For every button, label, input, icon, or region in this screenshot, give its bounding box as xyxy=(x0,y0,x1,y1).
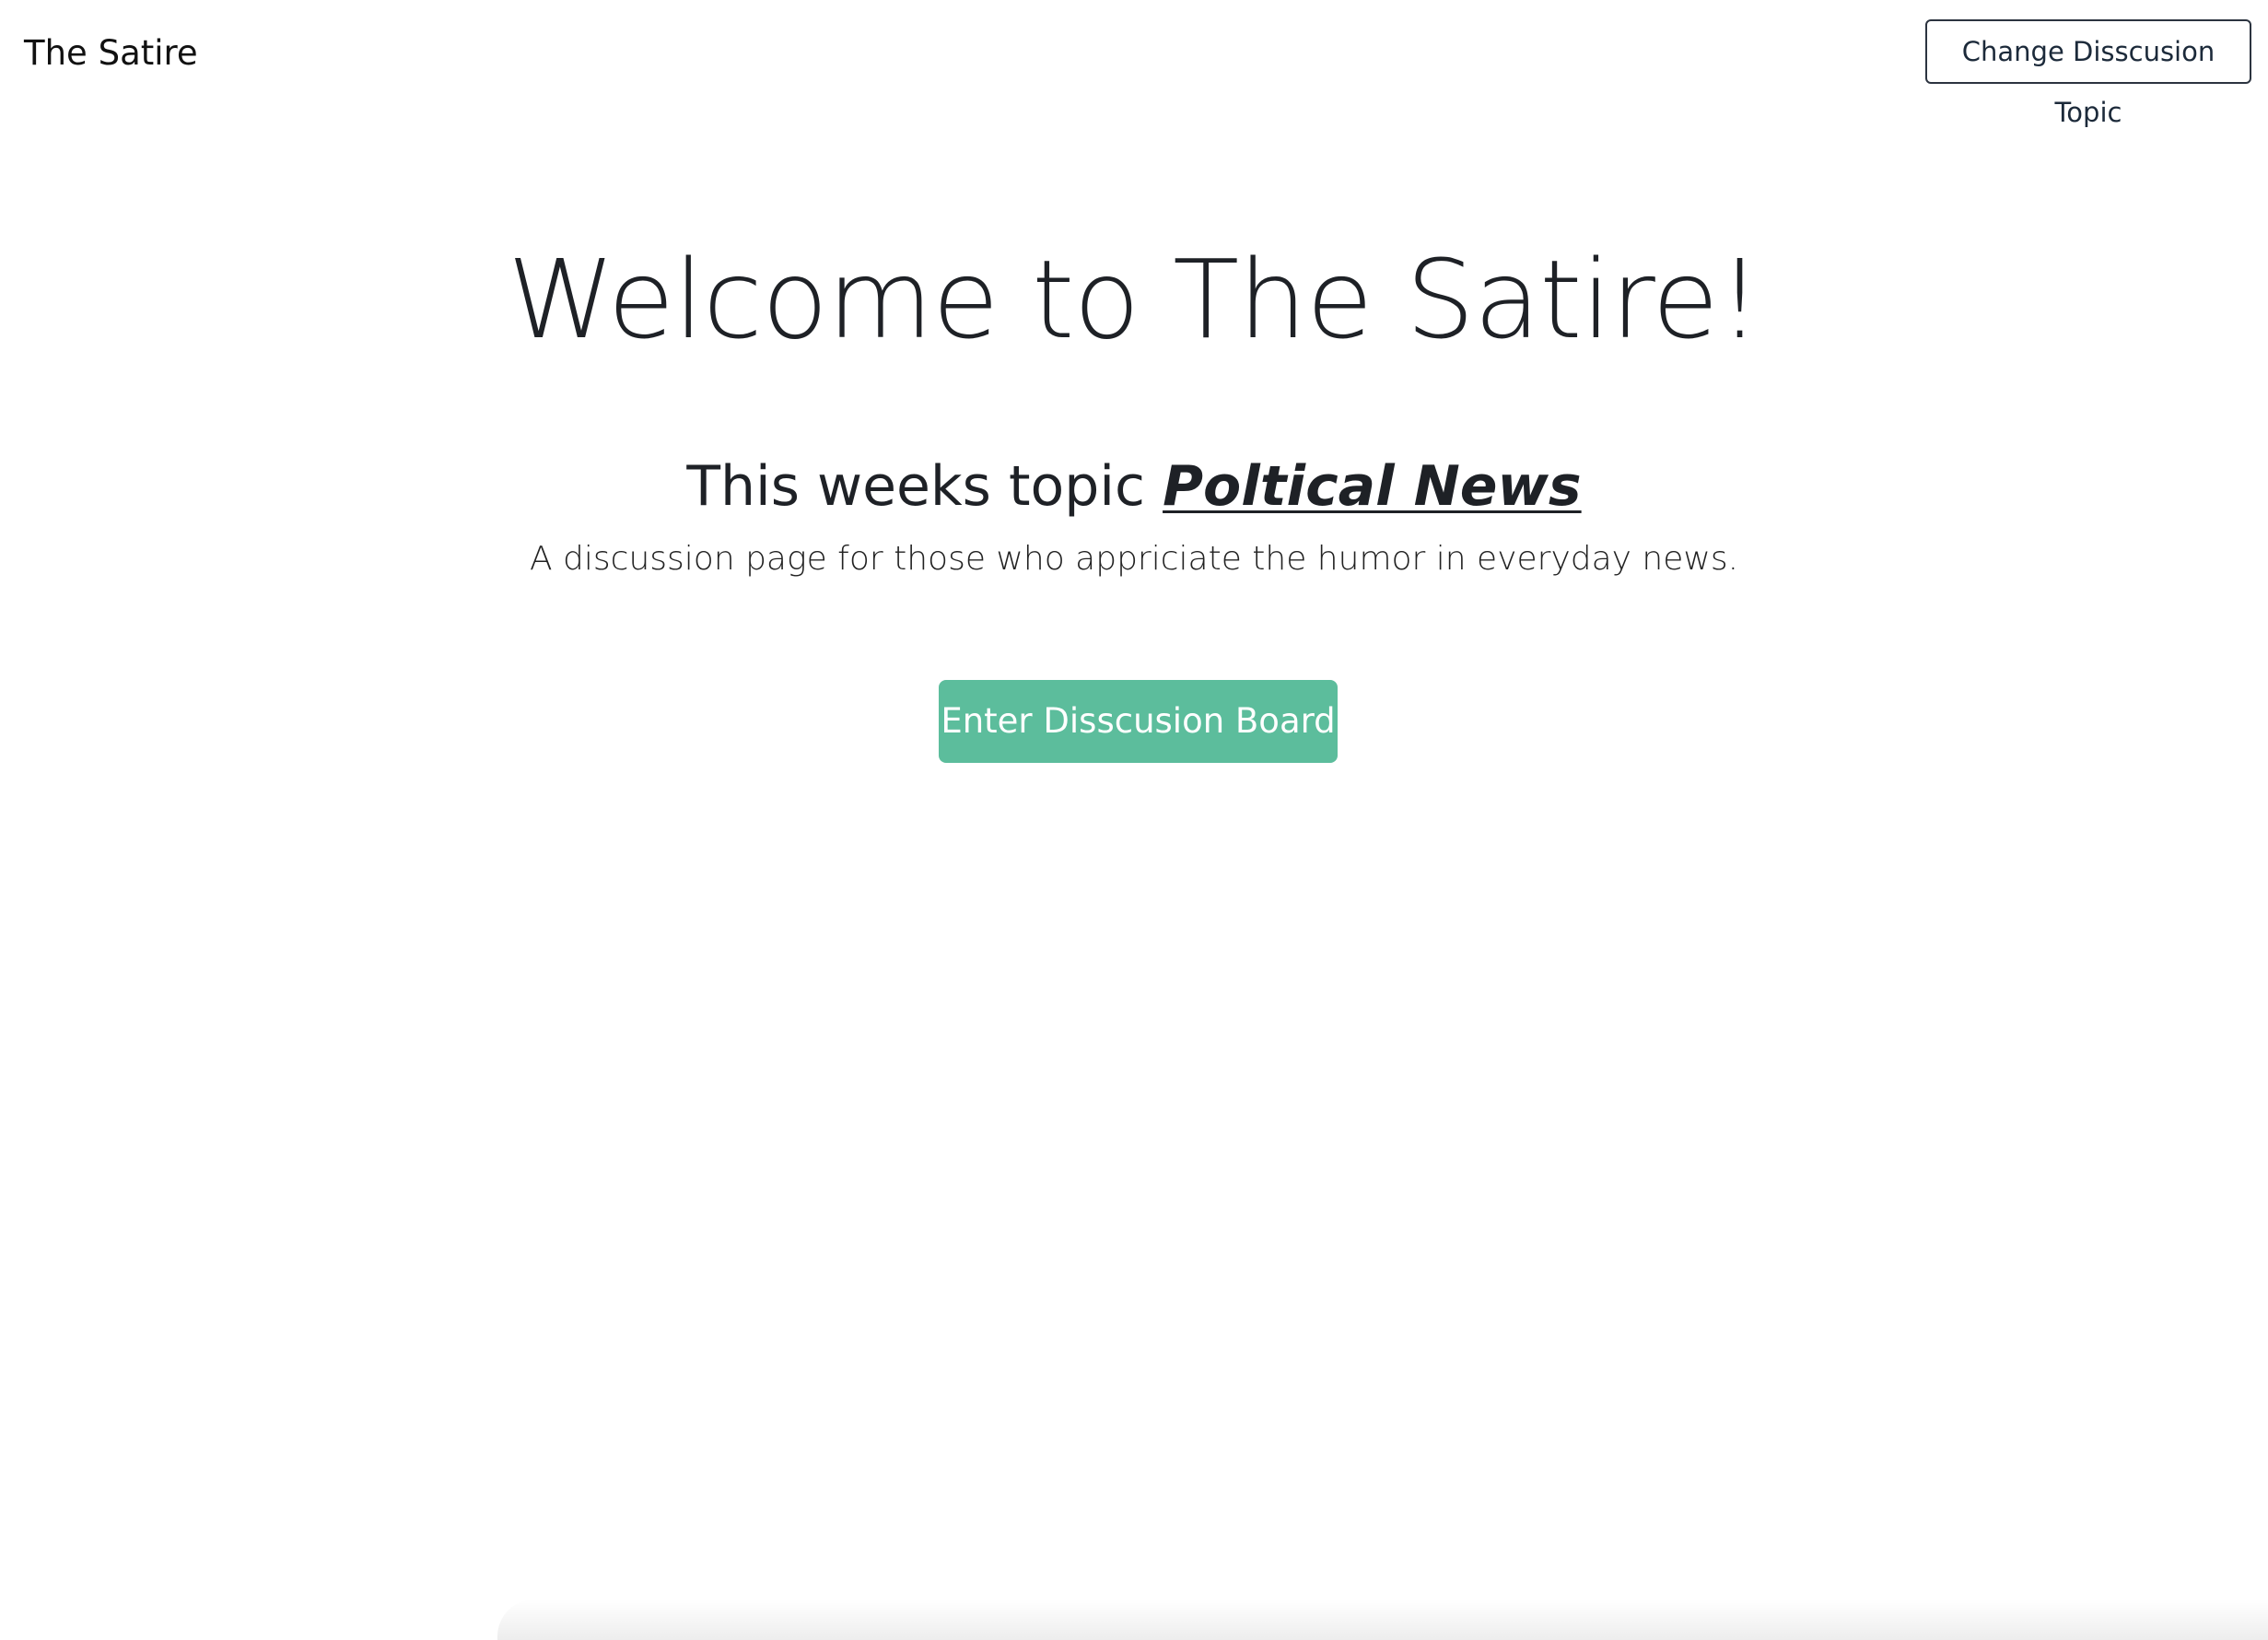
enter-board-button[interactable]: Enter Disscusion Board xyxy=(939,680,1338,763)
topic-prefix: This weeks topic xyxy=(686,454,1163,519)
page: The Satire Change Disscusion Topic Welco… xyxy=(0,0,2268,1640)
page-title: Welcome to The Satire! xyxy=(507,236,1761,363)
topic-link[interactable]: Poltical News xyxy=(1163,454,1582,519)
brand-link[interactable]: The Satire xyxy=(24,29,198,77)
page-subtitle: A discussion page for those who appricia… xyxy=(529,540,1739,578)
bottom-shadow xyxy=(497,1599,2268,1640)
change-topic-button[interactable]: Change Disscusion Topic xyxy=(1925,19,2251,128)
navbar: The Satire Change Disscusion Topic xyxy=(0,0,2268,128)
weekly-topic-heading: This weeks topic Poltical News xyxy=(0,450,2268,523)
